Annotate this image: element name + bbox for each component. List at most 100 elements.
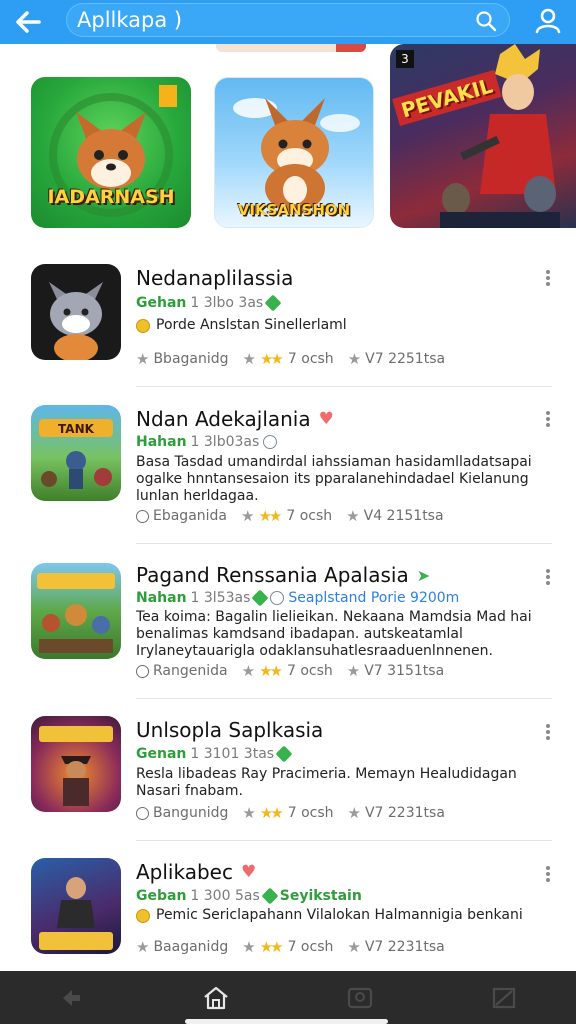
app-icon — [31, 858, 121, 954]
hero-character-icon — [440, 44, 560, 228]
star-icon: ★ — [347, 938, 361, 956]
rating-stars-icon: ★★ — [259, 938, 284, 956]
more-options-icon[interactable] — [540, 268, 556, 288]
more-options-icon[interactable] — [540, 409, 556, 429]
category-label: Bangunidg — [153, 805, 229, 821]
developer-name[interactable]: Hahan — [136, 434, 187, 450]
version-label: V7 2231tsa — [364, 939, 445, 955]
game-art-icon: TANK — [39, 419, 113, 489]
app-title[interactable]: Nedanaplilassia — [136, 266, 293, 290]
app-subtitle: Geban 1 300 5as Seyikstain — [136, 887, 362, 905]
store-icon — [347, 987, 373, 1008]
star-icon: ★ — [242, 804, 256, 822]
app-subtitle: Nahan 1 3l53as Seaplstand Porie 9200m — [136, 589, 460, 607]
app-stats: Ebaganida ★ ★★ 7 ocsh ★ V4 2151tsa — [136, 507, 444, 525]
heart-icon: ♥ — [240, 862, 257, 882]
category-label: Bbaganidg — [153, 351, 229, 367]
rating-stars-icon: ★★ — [259, 350, 284, 368]
developer-name[interactable]: Nahan — [136, 590, 187, 606]
search-box[interactable] — [66, 3, 510, 37]
nav-menu-button[interactable] — [432, 971, 576, 1024]
featured-app-card[interactable]: VIKSANSHON — [214, 77, 374, 228]
version-label: V7 2231tsa — [364, 805, 445, 821]
version-label: V7 2251tsa — [365, 351, 446, 367]
app-description: Porde Anslstan Sinellerlaml — [136, 317, 536, 334]
search-input[interactable] — [77, 8, 457, 32]
coin-icon — [136, 908, 150, 923]
description-text: Pemic Sericlapahann Vilalokan Halmannigi… — [156, 907, 523, 923]
rating-stars-icon: ★★ — [258, 507, 282, 525]
app-meta: 1 3lbo 3as — [190, 295, 264, 311]
app-title[interactable]: Ndan Adekajlania ♥ — [136, 407, 334, 431]
gem-icon — [264, 294, 282, 312]
list-item[interactable]: Pagand Renssania Apalasia ➤ Nahan 1 3l53… — [0, 563, 576, 683]
featured-app-card[interactable]: IADARNASH — [31, 77, 191, 228]
star-icon: ★ — [241, 507, 255, 525]
gem-icon — [261, 887, 279, 905]
svg-text:TANK: TANK — [58, 422, 95, 436]
developer-name[interactable]: Genan — [136, 746, 186, 762]
rating-label: 7 ocsh — [286, 508, 333, 524]
app-stats: ★ Baaganidg ★ ★★ 7 ocsh ★ V7 2231tsa — [136, 938, 445, 956]
nav-back-button[interactable] — [0, 971, 144, 1024]
home-indicator[interactable] — [185, 1019, 388, 1024]
cursor-icon: ➤ — [416, 565, 431, 585]
search-icon[interactable] — [475, 10, 497, 32]
app-stats: Bangunidg ★ ★★ 7 ocsh ★ V7 2231tsa — [136, 804, 445, 822]
app-stats: ★ Bbaganidg ★ ★★ 7 ocsh ★ V7 2251tsa — [136, 350, 445, 368]
app-stats: Rangenida ★ ★★ 7 ocsh ★ V7 3151tsa — [136, 662, 444, 680]
gem-icon — [251, 589, 269, 607]
globe-icon — [270, 591, 285, 605]
rating-label: 7 ocsh — [287, 351, 334, 367]
rating-label: 7 ocsh — [286, 663, 333, 679]
app-meta: 1 3101 3tas — [190, 746, 275, 762]
nav-home-button[interactable] — [144, 971, 288, 1024]
description-text: Porde Anslstan Sinellerlaml — [156, 317, 347, 333]
app-meta: 1 3l53as — [190, 590, 251, 606]
list-item[interactable]: TANK Ndan Adekajlania ♥ Hahan 1 3lb03as … — [0, 405, 576, 525]
developer-name[interactable]: Geban — [136, 888, 186, 904]
star-icon: ★ — [346, 507, 360, 525]
developer-name[interactable]: Gehan — [136, 295, 186, 311]
title-text[interactable]: Pagand Renssania Apalasia — [136, 563, 409, 587]
app-description: Tea koima: Bagalin lielieikan. Nekaana M… — [136, 609, 532, 659]
list-item[interactable]: Aplikabec ♥ Geban 1 300 5as Seyikstain P… — [0, 858, 576, 966]
app-icon: TANK — [31, 405, 121, 501]
featured-title: VIKSANSHON — [237, 201, 351, 219]
version-label: V7 3151tsa — [364, 663, 445, 679]
clock-icon — [136, 509, 149, 523]
app-title[interactable]: Unlsopla Saplkasia — [136, 718, 323, 742]
nav-store-button[interactable] — [288, 971, 432, 1024]
title-text[interactable]: Aplikabec — [136, 860, 233, 884]
app-extra: Seaplstand Porie 9200m — [288, 590, 460, 606]
app-icon — [31, 264, 121, 360]
rating-stars-icon: ★★ — [259, 804, 284, 822]
more-options-icon[interactable] — [540, 567, 556, 587]
star-icon: ★ — [347, 804, 361, 822]
version-label: V4 2151tsa — [363, 508, 444, 524]
menu-icon — [492, 987, 516, 1008]
bottom-navigation — [0, 971, 576, 1024]
app-title[interactable]: Aplikabec ♥ — [136, 860, 256, 884]
cat-character-icon — [49, 282, 103, 360]
category-label: Baaganidg — [153, 939, 229, 955]
app-subtitle: Hahan 1 3lb03as — [136, 434, 278, 450]
featured-card-edge[interactable] — [216, 44, 366, 52]
profile-icon[interactable] — [534, 6, 562, 34]
more-options-icon[interactable] — [540, 722, 556, 742]
star-icon: ★ — [242, 938, 256, 956]
more-options-icon[interactable] — [540, 864, 556, 884]
back-button[interactable] — [0, 0, 56, 44]
app-description: Basa Tasdad umandirdal iahssiaman hasida… — [136, 454, 532, 504]
list-item[interactable]: Nedanaplilassia Gehan 1 3lbo 3as Porde A… — [0, 264, 576, 374]
featured-app-card[interactable]: 3 PEVAKIL — [390, 44, 576, 228]
count-badge: 3 — [396, 50, 414, 68]
list-item[interactable]: Unlsopla Saplkasia Genan 1 3101 3tas Res… — [0, 716, 576, 826]
clock-icon — [136, 806, 149, 820]
heart-icon: ♥ — [318, 409, 334, 429]
title-text[interactable]: Ndan Adekajlania — [136, 407, 311, 431]
clock-icon — [136, 664, 149, 678]
app-title[interactable]: Pagand Renssania Apalasia ➤ — [136, 563, 430, 587]
star-icon: ★ — [347, 350, 362, 368]
divider — [136, 386, 552, 387]
